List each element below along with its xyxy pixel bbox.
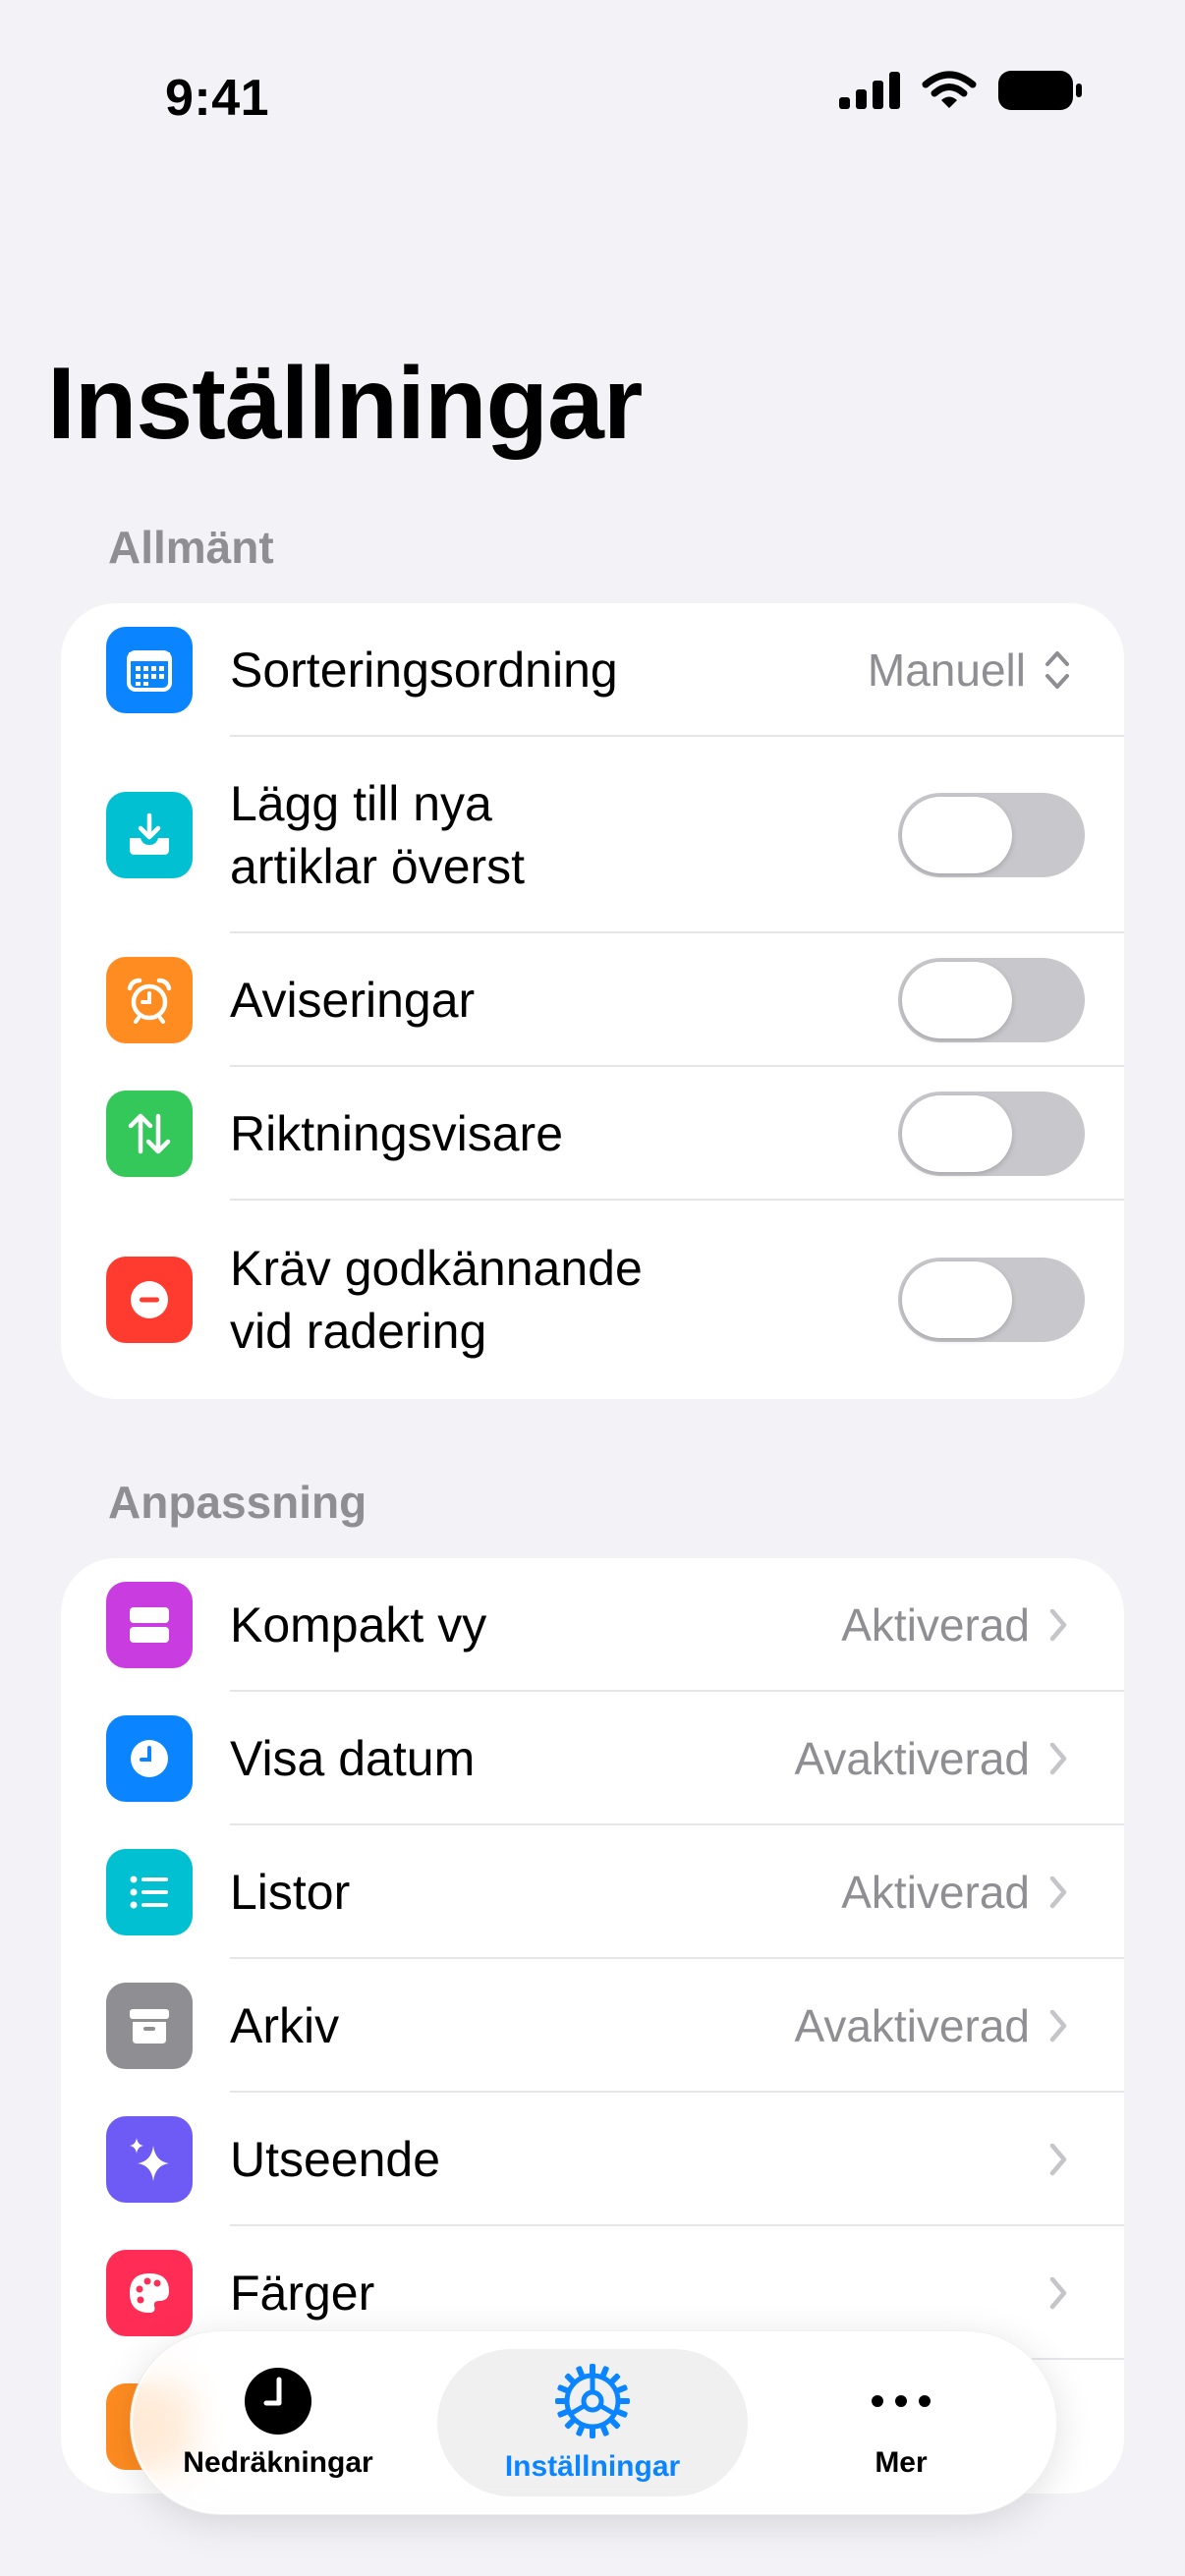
row-label: Kräv godkännande vid radering: [230, 1241, 643, 1359]
row-lists[interactable]: Listor Aktiverad: [61, 1825, 1124, 1959]
settings-group-general: Sorteringsordning Manuell Lägg till nya …: [61, 603, 1124, 1399]
tab-bar: Nedräkningar Inställningar Mer: [130, 2330, 1057, 2515]
row-value: Avaktiverad: [794, 1733, 1030, 1784]
toggle-direction-indicator[interactable]: [898, 1092, 1085, 1176]
chevron-right-icon: [1047, 2274, 1069, 2312]
list-icon: [106, 1849, 193, 1935]
row-label: Färger: [230, 2266, 375, 2321]
archive-box-icon: [106, 1983, 193, 2069]
tab-countdowns[interactable]: Nedräkningar: [131, 2349, 425, 2496]
toggle-notifications[interactable]: [898, 958, 1085, 1042]
row-add-new-top: Lägg till nya artiklar överst: [61, 737, 1124, 933]
wifi-icon: [922, 71, 977, 108]
row-appearance[interactable]: Utseende: [61, 2093, 1124, 2226]
toggle-knob: [902, 1095, 1012, 1172]
row-label: Arkiv: [230, 1998, 340, 2053]
status-time: 9:41: [165, 70, 270, 127]
chevron-right-icon: [1047, 2141, 1069, 2178]
row-value: Avaktiverad: [794, 2000, 1030, 2051]
section-header-allmant: Allmänt: [108, 522, 274, 573]
tray-download-icon: [106, 792, 193, 878]
more-dots-icon: [872, 2395, 931, 2407]
calendar-icon: [106, 627, 193, 713]
tab-more[interactable]: Mer: [754, 2349, 1048, 2496]
row-label: Sorteringsordning: [230, 643, 618, 698]
row-label: Utseende: [230, 2132, 441, 2187]
section-header-anpassning: Anpassning: [108, 1477, 367, 1528]
tab-settings[interactable]: Inställningar: [437, 2349, 748, 2496]
clock-icon: [106, 1715, 193, 1802]
row-value: Manuell: [867, 644, 1026, 696]
toggle-confirm-delete[interactable]: [898, 1258, 1085, 1342]
tab-label: Mer: [875, 2446, 928, 2479]
row-direction-indicator: Riktningsvisare: [61, 1067, 1124, 1201]
toggle-knob: [902, 797, 1012, 873]
row-compact-view[interactable]: Kompakt vy Aktiverad: [61, 1558, 1124, 1692]
minus-circle-icon: [106, 1257, 193, 1343]
chevron-right-icon: [1047, 1740, 1069, 1777]
row-label: Lägg till nya artiklar överst: [230, 776, 526, 894]
sparkles-icon: [106, 2116, 193, 2203]
compact-view-icon: [106, 1582, 193, 1668]
row-show-date[interactable]: Visa datum Avaktiverad: [61, 1692, 1124, 1825]
timer-clock-icon: [245, 2368, 311, 2435]
toggle-knob: [902, 962, 1012, 1038]
toggle-knob: [902, 1261, 1012, 1338]
row-sort-order[interactable]: Sorteringsordning Manuell: [61, 603, 1124, 737]
row-archive[interactable]: Arkiv Avaktiverad: [61, 1959, 1124, 2093]
row-label: Listor: [230, 1865, 351, 1920]
cellular-signal-icon: [839, 72, 900, 109]
palette-icon: [106, 2250, 193, 2336]
row-label: Visa datum: [230, 1731, 476, 1786]
toggle-add-new-top[interactable]: [898, 793, 1085, 877]
battery-icon: [998, 71, 1082, 110]
chevron-right-icon: [1047, 1874, 1069, 1911]
row-label: Aviseringar: [230, 973, 476, 1028]
chevron-right-icon: [1047, 1606, 1069, 1644]
row-value: Aktiverad: [841, 1867, 1030, 1918]
row-confirm-delete: Kräv godkännande vid radering: [61, 1201, 1124, 1399]
row-value: Aktiverad: [841, 1599, 1030, 1651]
chevron-right-icon: [1047, 2007, 1069, 2044]
arrows-up-down-icon: [106, 1091, 193, 1177]
status-icons: [839, 71, 1083, 110]
row-label: Kompakt vy: [230, 1597, 487, 1652]
gear-icon: [555, 2364, 630, 2438]
row-label: Riktningsvisare: [230, 1106, 564, 1161]
tab-label: Nedräkningar: [183, 2446, 373, 2479]
alarm-clock-icon: [106, 957, 193, 1043]
row-notifications: Aviseringar: [61, 933, 1124, 1067]
chevron-up-down-icon: [1044, 648, 1071, 692]
page-title: Inställningar: [47, 347, 643, 461]
tab-label: Inställningar: [504, 2450, 681, 2483]
